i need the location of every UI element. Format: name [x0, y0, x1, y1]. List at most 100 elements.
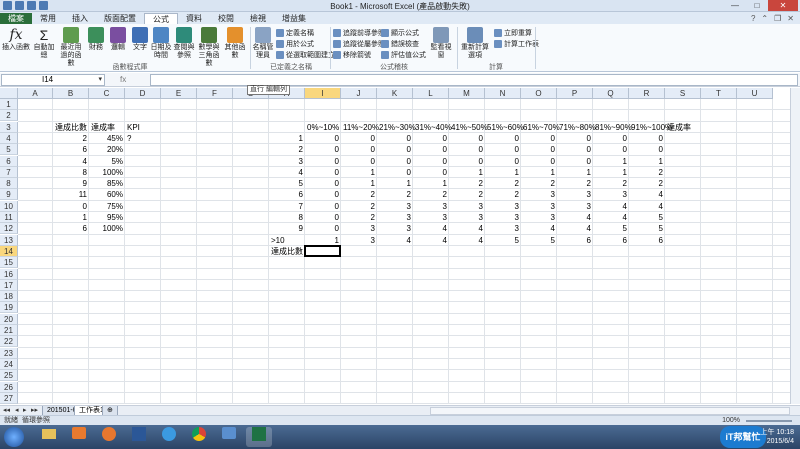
right-table-cell[interactable]: 2 — [449, 178, 485, 189]
left-table-cell[interactable]: 9 — [53, 178, 89, 189]
right-table-cell[interactable]: 3 — [413, 212, 449, 223]
right-table-cell[interactable]: 5 — [485, 235, 521, 246]
right-table-cell[interactable]: 1 — [593, 167, 629, 178]
right-table-cell[interactable]: 4 — [449, 223, 485, 234]
right-table-cell[interactable]: 0 — [305, 201, 341, 212]
column-header-K[interactable]: K — [377, 88, 413, 99]
logical-button[interactable]: 邏輯 — [108, 27, 128, 52]
minimize-button[interactable]: — — [724, 0, 746, 11]
right-table-cell[interactable]: 2 — [341, 201, 377, 212]
right-table-cell[interactable]: 0 — [341, 144, 377, 155]
calc-now-button[interactable]: 立即重算 — [494, 28, 532, 38]
right-table-cell[interactable]: 5 — [629, 223, 665, 234]
tab-0[interactable]: 檔案 — [0, 13, 32, 24]
right-table-cell[interactable]: 4 — [449, 235, 485, 246]
right-table-cell[interactable]: 5 — [593, 223, 629, 234]
column-header-L[interactable]: L — [413, 88, 449, 99]
column-header-E[interactable]: E — [161, 88, 197, 99]
right-table-cell[interactable]: 0 — [305, 167, 341, 178]
horizontal-scrollbar[interactable] — [430, 407, 790, 415]
right-table-cell[interactable]: 3 — [593, 189, 629, 200]
right-table-cell[interactable]: 1 — [485, 167, 521, 178]
column-header-F[interactable]: F — [197, 88, 233, 99]
minimize-ribbon-icon[interactable]: ⌃ — [761, 13, 768, 24]
vertical-scrollbar[interactable] — [790, 88, 800, 404]
right-table-row-label[interactable]: 5 — [269, 178, 305, 189]
right-table-header[interactable]: 61%~70% — [521, 122, 560, 133]
create-from-selection-button[interactable]: 從選取範圍建立 — [276, 50, 335, 60]
right-table-cell[interactable]: 0 — [557, 144, 593, 155]
left-table-cell[interactable]: 8 — [53, 167, 89, 178]
word-icon[interactable] — [126, 427, 152, 447]
right-table-cell[interactable]: 0 — [557, 156, 593, 167]
calc-sheet-button[interactable]: 計算工作表 — [494, 39, 539, 49]
row-header-5[interactable]: 5 — [0, 144, 18, 156]
row-header-22[interactable]: 22 — [0, 336, 18, 348]
right-table-cell[interactable]: 0 — [341, 156, 377, 167]
calc-options-button[interactable]: 重新計算選項 — [460, 27, 490, 60]
media-player-icon[interactable] — [66, 427, 92, 447]
right-table-cell[interactable]: 4 — [413, 235, 449, 246]
row-header-16[interactable]: 16 — [0, 268, 18, 280]
show-formulas-button[interactable]: 顯示公式 — [381, 28, 419, 38]
right-table-cell[interactable]: 5 — [629, 212, 665, 223]
row-header-19[interactable]: 19 — [0, 302, 18, 314]
left-table-cell[interactable]: 11 — [53, 189, 89, 200]
column-header-I[interactable]: I — [305, 88, 341, 99]
column-header-J[interactable]: J — [341, 88, 377, 99]
settings-app-icon[interactable] — [216, 427, 242, 447]
right-table-cell[interactable]: 0 — [593, 133, 629, 144]
file-explorer-icon[interactable] — [36, 427, 62, 447]
right-table-cell[interactable]: 2 — [485, 178, 521, 189]
close-workbook-icon[interactable]: ✕ — [787, 13, 794, 24]
watch-window-button[interactable]: 監看視窗 — [428, 27, 454, 60]
right-table-cell[interactable]: 0 — [521, 133, 557, 144]
left-table-cell[interactable]: 0 — [53, 201, 89, 212]
right-table-cell[interactable]: 0 — [377, 144, 413, 155]
right-table-cell[interactable]: 6 — [629, 235, 665, 246]
column-header-N[interactable]: N — [485, 88, 521, 99]
define-name-button[interactable]: 定義名稱 — [276, 28, 314, 38]
row-header-21[interactable]: 21 — [0, 325, 18, 336]
right-table-cell[interactable]: 1 — [341, 167, 377, 178]
row-header-9[interactable]: 9 — [0, 189, 18, 201]
excel-taskbar-icon[interactable] — [246, 427, 272, 447]
right-table-header[interactable]: 11%~20% — [341, 122, 379, 133]
row-header-24[interactable]: 24 — [0, 358, 18, 370]
row-header-4[interactable]: 4 — [0, 132, 18, 144]
tab-1[interactable]: 常用 — [32, 13, 64, 24]
select-all-corner[interactable] — [0, 88, 18, 99]
row-header-11[interactable]: 11 — [0, 212, 18, 223]
financial-button[interactable]: 財務 — [86, 27, 106, 52]
left-table-cell[interactable]: 95% — [89, 212, 125, 223]
right-table-cell[interactable]: 0 — [377, 133, 413, 144]
row-header-18[interactable]: 18 — [0, 291, 18, 303]
name-box[interactable]: I14 ▾ — [1, 74, 105, 86]
row-header-6[interactable]: 6 — [0, 155, 18, 167]
lookup-button[interactable]: 查閱與參照 — [172, 27, 196, 60]
right-table-cell[interactable]: 3 — [557, 189, 593, 200]
trace-precedents-button[interactable]: 追蹤前導參照 — [333, 28, 385, 38]
right-table-cell[interactable]: 4 — [557, 223, 593, 234]
right-table-cell[interactable]: 3 — [341, 223, 377, 234]
help-icon[interactable]: ? — [751, 13, 755, 24]
remove-arrows-button[interactable]: 移除箭號 — [333, 50, 371, 60]
right-table-cell[interactable]: 1 — [521, 167, 557, 178]
right-table-cell[interactable]: 3 — [521, 189, 557, 200]
right-table-cell[interactable]: 0 — [341, 133, 377, 144]
column-header-M[interactable]: M — [449, 88, 485, 99]
right-table-row-label[interactable]: 2 — [269, 144, 305, 155]
right-table-header[interactable]: 41%~50% — [449, 122, 488, 133]
right-table-cell[interactable]: 4 — [629, 201, 665, 212]
row-header-23[interactable]: 23 — [0, 347, 18, 359]
right-table-cell[interactable]: 3 — [449, 212, 485, 223]
right-table-cell[interactable]: 2 — [593, 178, 629, 189]
right-table-cell[interactable]: 3 — [449, 201, 485, 212]
right-table-cell[interactable]: 3 — [485, 223, 521, 234]
column-header-O[interactable]: O — [521, 88, 557, 99]
row-header-17[interactable]: 17 — [0, 279, 18, 291]
right-table-cell[interactable]: 2 — [413, 189, 449, 200]
right-table-cell[interactable]: 0 — [485, 156, 521, 167]
name-manager-button[interactable]: 名稱管理員 — [252, 27, 274, 60]
left-table-header[interactable]: 達成比數 — [53, 122, 89, 133]
